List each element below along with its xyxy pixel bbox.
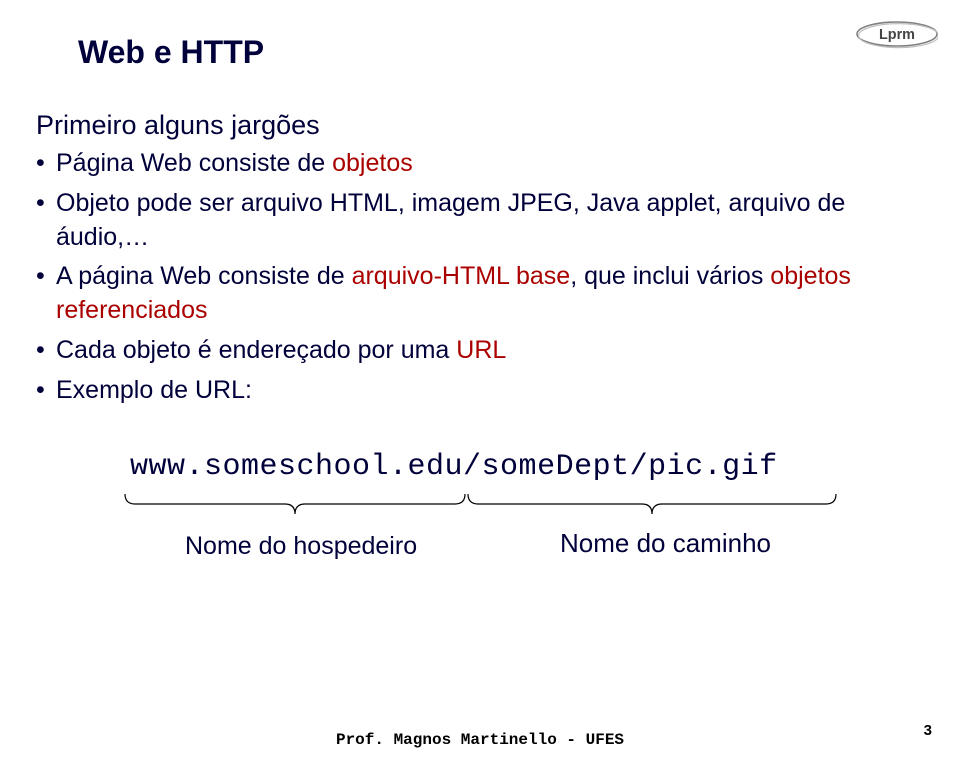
- bullet-item: A página Web consiste de arquivo-HTML ba…: [36, 260, 920, 328]
- bullet-text: Cada objeto é endereçado por uma: [56, 336, 456, 364]
- page-number: 3: [924, 722, 932, 739]
- bullet-item: Exemplo de URL:: [36, 374, 920, 408]
- host-label: Nome do hospedeiro: [185, 532, 417, 561]
- subheading: Primeiro alguns jargões: [36, 110, 920, 141]
- bullet-item: Cada objeto é endereçado por uma URL: [36, 334, 920, 368]
- bullet-text: , que inclui vários: [570, 262, 770, 290]
- url-text: www.someschool.edu/someDept/pic.gif: [130, 450, 830, 484]
- bullet-item: Objeto pode ser arquivo HTML, imagem JPE…: [36, 187, 920, 255]
- bullet-text: A página Web consiste de: [56, 262, 352, 290]
- svg-text:Lprm: Lprm: [879, 27, 915, 43]
- brace-host-icon: [120, 492, 470, 520]
- bullet-list: Página Web consiste de objetos Objeto po…: [36, 147, 920, 407]
- logo-lprm: Lprm: [856, 18, 938, 55]
- url-example-block: www.someschool.edu/someDept/pic.gif Nome…: [130, 450, 830, 484]
- footer-text: Prof. Magnos Martinello - UFES: [0, 731, 960, 749]
- bullet-item: Página Web consiste de objetos: [36, 147, 920, 181]
- path-label: Nome do caminho: [560, 528, 771, 559]
- content-area: Primeiro alguns jargões Página Web consi…: [36, 110, 920, 413]
- brace-path-icon: [463, 492, 841, 520]
- bullet-text: Página Web consiste de: [56, 149, 332, 177]
- page-title: Web e HTTP: [78, 34, 264, 71]
- accent-text: arquivo-HTML base: [352, 262, 571, 290]
- accent-text: objetos: [332, 149, 413, 177]
- accent-text: URL: [456, 336, 506, 364]
